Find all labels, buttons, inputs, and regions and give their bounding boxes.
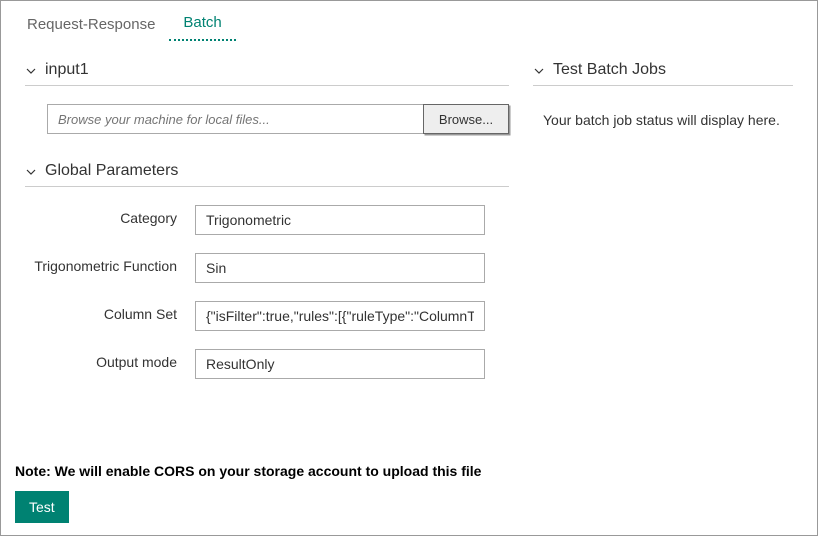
file-upload-row: Browse... (47, 104, 509, 134)
batch-status-text: Your batch job status will display here. (533, 104, 793, 128)
tabs-bar: Request-Response Batch (1, 1, 817, 41)
section-test-batch-header[interactable]: Test Batch Jobs (533, 61, 793, 86)
param-row-category: Category (25, 205, 509, 235)
chevron-down-icon (25, 166, 35, 176)
browse-button[interactable]: Browse... (423, 104, 509, 134)
test-button[interactable]: Test (15, 491, 69, 523)
section-input1-title: input1 (45, 61, 89, 79)
column-set-input[interactable] (195, 301, 485, 331)
param-label-column-set: Column Set (25, 301, 195, 322)
param-label-category: Category (25, 205, 195, 226)
param-row-trig-func: Trigonometric Function (25, 253, 509, 283)
param-row-column-set: Column Set (25, 301, 509, 331)
section-input1-header[interactable]: input1 (25, 61, 509, 86)
section-global-params-title: Global Parameters (45, 162, 178, 180)
chevron-down-icon (533, 65, 543, 75)
output-mode-input[interactable] (195, 349, 485, 379)
section-global-params-header[interactable]: Global Parameters (25, 162, 509, 187)
file-path-input[interactable] (47, 104, 424, 134)
param-label-output-mode: Output mode (25, 349, 195, 370)
tab-batch[interactable]: Batch (169, 6, 235, 41)
trig-func-input[interactable] (195, 253, 485, 283)
chevron-down-icon (25, 65, 35, 75)
param-row-output-mode: Output mode (25, 349, 509, 379)
section-test-batch-title: Test Batch Jobs (553, 61, 666, 79)
tab-request-response[interactable]: Request-Response (13, 8, 169, 41)
category-input[interactable] (195, 205, 485, 235)
cors-note: Note: We will enable CORS on your storag… (15, 463, 481, 479)
param-label-trig-func: Trigonometric Function (25, 253, 195, 274)
